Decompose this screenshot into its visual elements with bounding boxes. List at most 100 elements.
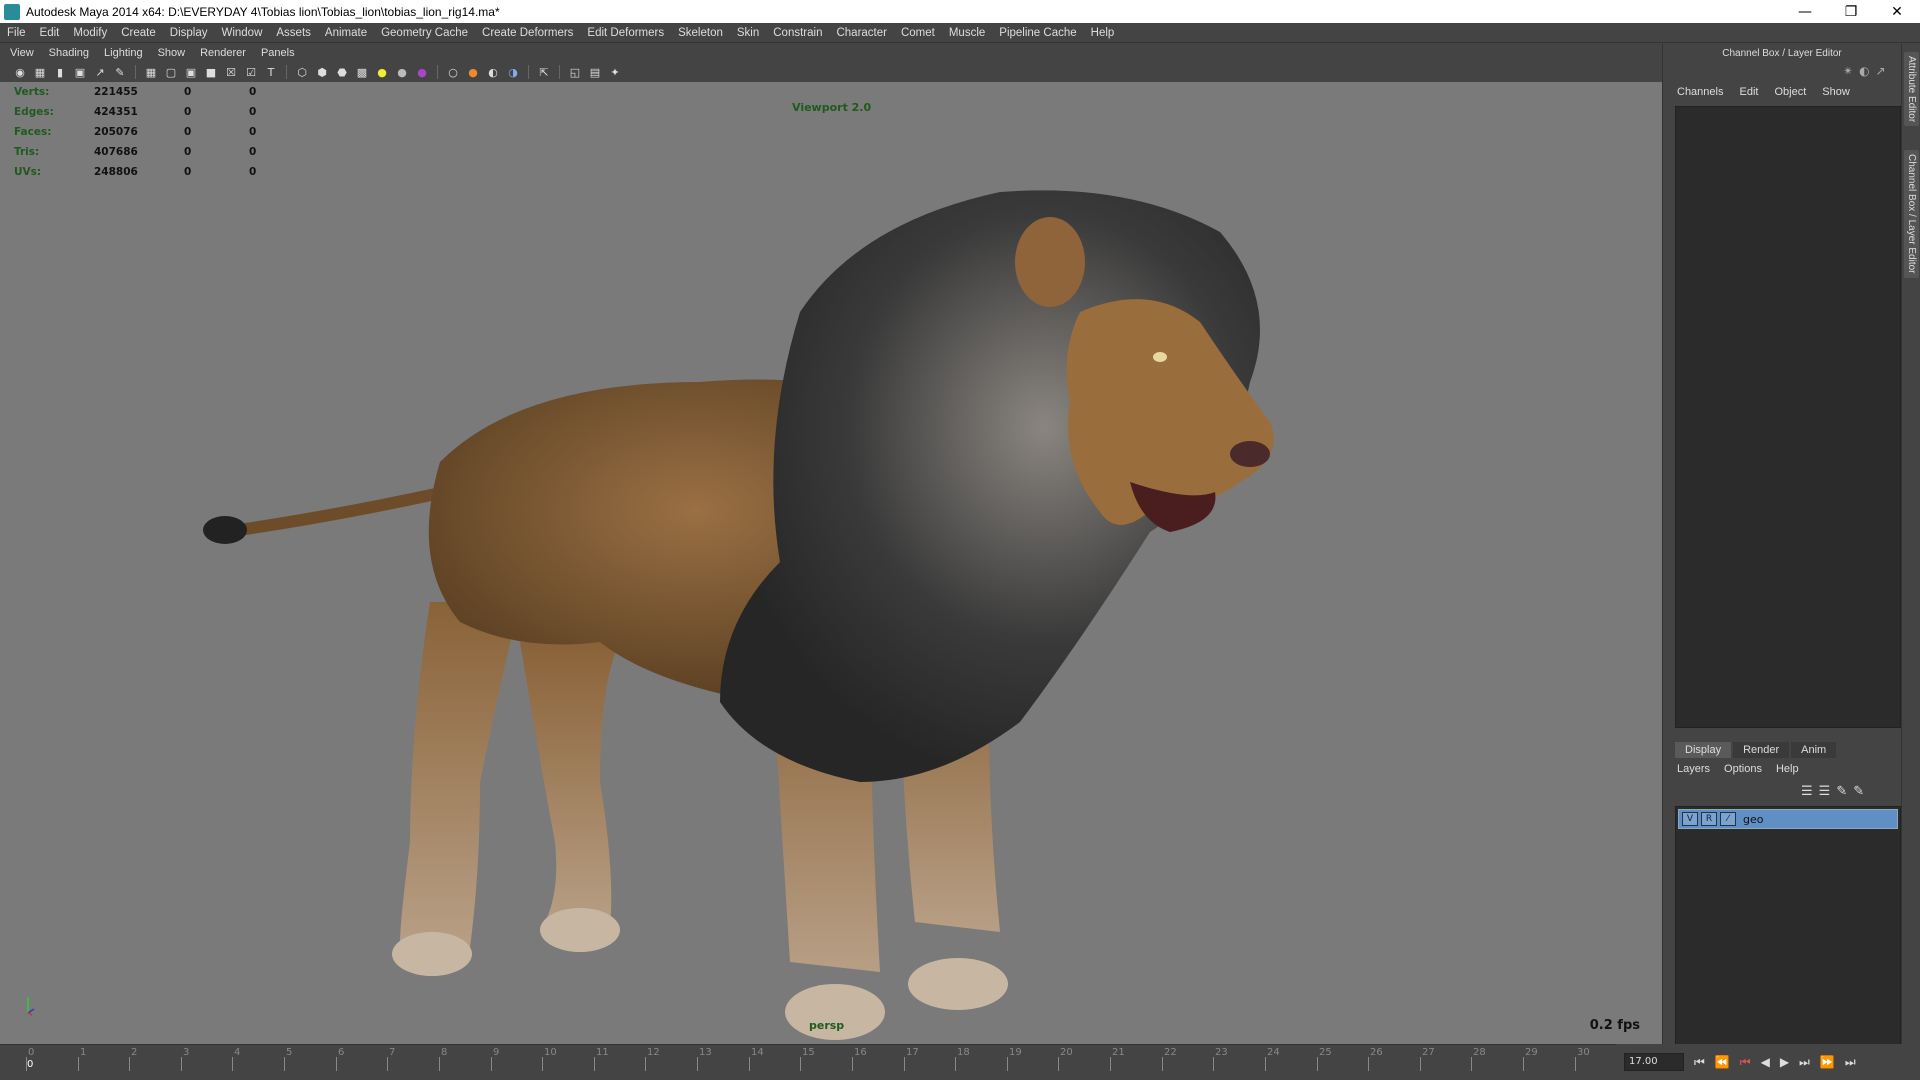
menu-file[interactable]: File — [0, 27, 33, 39]
step-forward-frame-icon[interactable]: ⏭ — [1799, 1055, 1810, 1070]
menu-muscle[interactable]: Muscle — [942, 27, 992, 39]
frame-all-icon[interactable]: ◱ — [567, 65, 583, 79]
smooth-shade-icon[interactable]: ⬢ — [314, 65, 330, 79]
close-button[interactable]: ✕ — [1874, 0, 1920, 23]
grease-pencil-icon[interactable]: ✎ — [112, 65, 128, 79]
isolate-select-icon[interactable]: ○ — [445, 65, 461, 79]
toolbar-separator — [528, 65, 529, 79]
menu-create-deformers[interactable]: Create Deformers — [475, 27, 580, 39]
select-tool-icon[interactable]: ⇱ — [536, 65, 552, 79]
image-plane-icon[interactable]: ▣ — [72, 65, 88, 79]
menu-help[interactable]: Help — [1084, 27, 1122, 39]
go-to-start-icon[interactable]: ⏮ — [1694, 1055, 1705, 1070]
tab-display[interactable]: Display — [1675, 742, 1732, 758]
tab-render[interactable]: Render — [1733, 742, 1790, 758]
timeline-tick — [1213, 1057, 1214, 1071]
xray-joints-icon[interactable]: ◐ — [485, 65, 501, 79]
menu-channels[interactable]: Channels — [1677, 86, 1723, 98]
menu-window[interactable]: Window — [214, 27, 269, 39]
layer-color-swatch[interactable]: ⁄ — [1720, 812, 1736, 826]
menu-animate[interactable]: Animate — [318, 27, 374, 39]
xray-components-icon[interactable]: ◑ — [505, 65, 521, 79]
step-back-key-icon[interactable]: ⏪ — [1715, 1055, 1730, 1069]
timeline-tick-label: 2 — [131, 1047, 138, 1058]
menu-layers[interactable]: Layers — [1677, 763, 1710, 775]
menu-options[interactable]: Options — [1724, 763, 1762, 775]
panel-menu-renderer[interactable]: Renderer — [190, 47, 251, 59]
menu-skin[interactable]: Skin — [730, 27, 766, 39]
use-all-lights-icon[interactable]: ● — [374, 65, 390, 79]
textured-icon[interactable]: ▩ — [354, 65, 370, 79]
safe-title-icon[interactable]: T — [263, 65, 279, 79]
two-d-pan-icon[interactable]: ↗ — [92, 65, 108, 79]
shadows-icon[interactable]: ● — [394, 65, 410, 79]
move-layer-up-icon[interactable]: ☰ — [1801, 784, 1813, 799]
menu-geometry-cache[interactable]: Geometry Cache — [374, 27, 475, 39]
move-layer-down-icon[interactable]: ☰ — [1819, 784, 1831, 799]
timeline-tick — [284, 1057, 285, 1071]
play-forward-icon[interactable]: ▶ — [1780, 1055, 1789, 1069]
current-frame-field[interactable]: 17.00 — [1624, 1053, 1684, 1071]
new-layer-icon[interactable]: ✎ — [1836, 784, 1847, 799]
play-backward-icon[interactable]: ◀ — [1761, 1055, 1770, 1069]
panel-menu-shading[interactable]: Shading — [39, 47, 94, 59]
panel-menu-show[interactable]: Show — [148, 47, 191, 59]
wireframe-on-shaded-icon[interactable]: ⬣ — [334, 65, 350, 79]
step-back-frame-icon[interactable]: ⏮ — [1740, 1055, 1751, 1070]
menu-edit[interactable]: Edit — [33, 27, 67, 39]
ambient-occlusion-icon[interactable]: ● — [414, 65, 430, 79]
viewport-panel[interactable]: View Shading Lighting Show Renderer Pane… — [0, 44, 1662, 1044]
safe-action-icon[interactable]: ☑ — [243, 65, 259, 79]
gate-mask-icon[interactable]: ■ — [203, 65, 219, 79]
timeline-tick — [800, 1057, 801, 1071]
resolution-gate-icon[interactable]: ▣ — [183, 65, 199, 79]
wireframe-icon[interactable]: ⬡ — [294, 65, 310, 79]
menu-create[interactable]: Create — [114, 27, 163, 39]
layer-display-type-toggle[interactable]: R — [1701, 812, 1717, 826]
menu-show[interactable]: Show — [1822, 86, 1850, 98]
menu-constrain[interactable]: Constrain — [766, 27, 829, 39]
tab-anim[interactable]: Anim — [1791, 742, 1837, 758]
minimize-button[interactable]: — — [1782, 0, 1828, 23]
go-to-end-icon[interactable]: ⏭ — [1845, 1055, 1856, 1070]
channel-box-area[interactable] — [1675, 106, 1901, 728]
field-chart-icon[interactable]: ☒ — [223, 65, 239, 79]
time-ruler[interactable]: 0 1 2 3 4 5 6 7 8 9 10 11 12 13 14 15 16 17 18 19 20 21 22 23 24… — [26, 1047, 1616, 1075]
panel-menu-view[interactable]: View — [0, 47, 39, 59]
xray-icon[interactable]: ● — [465, 65, 481, 79]
share-icon[interactable]: ✦ — [607, 65, 623, 79]
speed-icon[interactable]: ◐ — [1859, 64, 1869, 78]
frame-selection-icon[interactable]: ▤ — [587, 65, 603, 79]
lion-model[interactable] — [0, 82, 1662, 1044]
lion-eye — [1153, 352, 1167, 362]
menu-comet[interactable]: Comet — [894, 27, 942, 39]
manipulator-icon[interactable]: ✴ — [1843, 64, 1853, 78]
menu-character[interactable]: Character — [829, 27, 894, 39]
layer-row[interactable]: V R ⁄ geo — [1678, 809, 1898, 829]
panel-menu-lighting[interactable]: Lighting — [94, 47, 148, 59]
sync-icon[interactable]: ↗ — [1876, 64, 1886, 78]
bookmark-icon[interactable]: ▮ — [52, 65, 68, 79]
time-slider[interactable]: 0 1 2 3 4 5 6 7 8 9 10 11 12 13 14 15 16 17 18 19 20 21 22 23 24… — [0, 1044, 1662, 1080]
menu-display[interactable]: Display — [163, 27, 215, 39]
menu-assets[interactable]: Assets — [269, 27, 318, 39]
menu-skeleton[interactable]: Skeleton — [671, 27, 730, 39]
menu-object[interactable]: Object — [1774, 86, 1806, 98]
grid-icon[interactable]: ▦ — [143, 65, 159, 79]
menu-pipeline-cache[interactable]: Pipeline Cache — [992, 27, 1083, 39]
tab-channel-box-layer-editor[interactable]: Channel Box / Layer Editor — [1904, 150, 1919, 278]
film-gate-icon[interactable]: ▢ — [163, 65, 179, 79]
new-layer-selected-icon[interactable]: ✎ — [1853, 784, 1864, 799]
menu-modify[interactable]: Modify — [66, 27, 114, 39]
step-forward-key-icon[interactable]: ⏩ — [1820, 1055, 1835, 1069]
menu-help[interactable]: Help — [1776, 763, 1799, 775]
layer-visibility-toggle[interactable]: V — [1682, 812, 1698, 826]
panel-menu-panels[interactable]: Panels — [251, 47, 300, 59]
menu-edit[interactable]: Edit — [1739, 86, 1758, 98]
camera-attributes-icon[interactable]: ▦ — [32, 65, 48, 79]
menu-edit-deformers[interactable]: Edit Deformers — [580, 27, 671, 39]
hud-value: 0 — [184, 126, 192, 138]
select-camera-icon[interactable]: ◉ — [12, 65, 28, 79]
restore-button[interactable]: ❐ — [1828, 0, 1874, 23]
tab-attribute-editor[interactable]: Attribute Editor — [1904, 52, 1919, 127]
